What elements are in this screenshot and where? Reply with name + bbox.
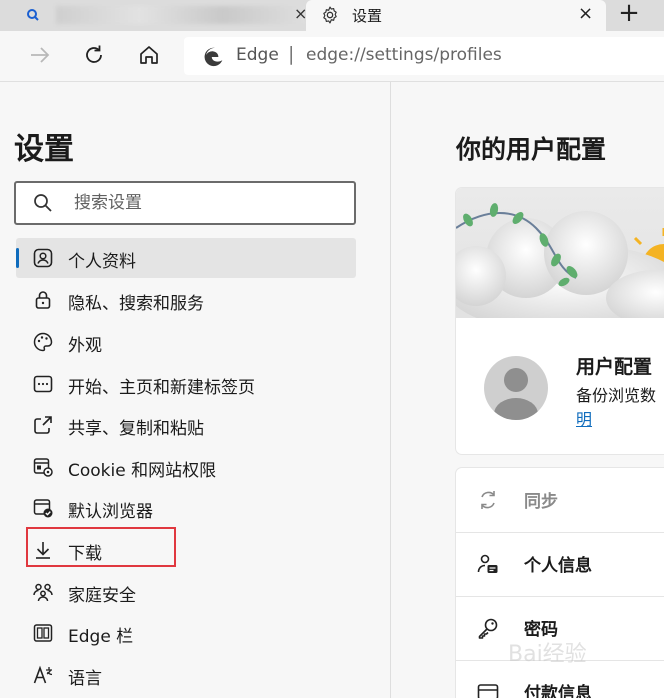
profile-name: 用户配置: [576, 356, 653, 378]
tab-blurred-title: [56, 6, 306, 24]
sidebar-item-label: 共享、复制和粘贴: [68, 419, 204, 439]
sidebar-item-languages[interactable]: 语言: [16, 655, 356, 695]
edge-bar-icon: [33, 624, 53, 642]
toolbar: Edge | edge://settings/profiles: [0, 31, 664, 82]
forward-arrow-icon[interactable]: [28, 43, 52, 67]
sidebar-item-label: Cookie 和网站权限: [68, 461, 217, 481]
new-tab-button[interactable]: +: [612, 0, 646, 28]
sidebar-title: 设置: [14, 132, 74, 167]
key-icon: [478, 618, 498, 639]
main-content: 你的用户配置 用户配置 备份浏览数 明 同步 个人信息 密码 付款信息: [391, 82, 664, 698]
cloud-illustration: [456, 203, 664, 333]
profile-card: 用户配置 备份浏览数 明: [456, 188, 664, 454]
profile-description: 备份浏览数: [576, 386, 657, 405]
close-tab-icon[interactable]: ×: [578, 3, 593, 24]
profile-icon: [33, 248, 53, 268]
home-icon[interactable]: [137, 43, 161, 67]
language-icon: [33, 665, 53, 684]
sidebar-item-label: Edge 栏: [68, 627, 134, 647]
sidebar-item-appearance[interactable]: 外观: [16, 322, 356, 362]
avatar[interactable]: [484, 356, 548, 420]
start-page-icon: [33, 375, 53, 393]
address-url[interactable]: edge://settings/profiles: [306, 45, 502, 65]
highlight-box: [26, 527, 176, 567]
share-icon: [34, 416, 52, 434]
tab-strip: × 设置 × +: [0, 0, 664, 31]
personal-info-icon: [477, 554, 498, 573]
sidebar-item-label: 开始、主页和新建标签页: [68, 378, 255, 398]
list-item-label: 付款信息: [524, 684, 592, 698]
sync-icon: [481, 491, 495, 509]
sidebar-item-family-safety[interactable]: 家庭安全: [16, 572, 356, 612]
sidebar-item-edge-bar[interactable]: Edge 栏: [16, 613, 356, 653]
sidebar-item-cookies-permissions[interactable]: Cookie 和网站权限: [16, 447, 356, 487]
sidebar-item-privacy[interactable]: 隐私、搜索和服务: [16, 280, 356, 320]
list-item-label: 同步: [524, 492, 558, 512]
search-input[interactable]: [72, 190, 336, 216]
sidebar-item-label: 家庭安全: [68, 586, 136, 606]
profile-banner: [456, 188, 664, 333]
list-item-personal-info[interactable]: 个人信息: [456, 532, 664, 597]
person-icon: [494, 368, 538, 420]
settings-sidebar: 设置 个人资料 隐私、搜索和服务 外观: [0, 82, 391, 698]
tab-inactive[interactable]: ×: [16, 0, 307, 31]
default-browser-icon: [33, 499, 53, 518]
edge-logo-icon: [204, 47, 223, 67]
address-brand: Edge: [236, 45, 279, 65]
payment-icon: [477, 684, 499, 698]
address-bar[interactable]: Edge | edge://settings/profiles: [184, 37, 664, 75]
tab-title: 设置: [352, 7, 383, 25]
list-item-sync[interactable]: 同步: [456, 468, 664, 533]
watermark: Bai经验: [508, 642, 587, 667]
search-icon: [27, 9, 39, 21]
refresh-icon[interactable]: [82, 43, 106, 67]
tab-settings[interactable]: 设置 ×: [306, 0, 606, 31]
sidebar-item-profiles[interactable]: 个人资料: [16, 238, 356, 278]
sidebar-item-default-browser[interactable]: 默认浏览器: [16, 488, 356, 528]
list-item-label: 个人信息: [524, 556, 592, 576]
sidebar-item-label: 默认浏览器: [68, 502, 153, 522]
page-title: 你的用户配置: [456, 135, 607, 164]
sidebar-item-label: 外观: [68, 336, 102, 356]
search-box[interactable]: [14, 181, 356, 225]
sidebar-item-label: 隐私、搜索和服务: [68, 294, 204, 314]
address-separator: |: [288, 43, 295, 65]
sidebar-item-label: 个人资料: [68, 252, 136, 272]
site-permissions-icon: [33, 458, 53, 477]
family-icon: [33, 583, 53, 602]
sidebar-item-start-home-newtab[interactable]: 开始、主页和新建标签页: [16, 364, 356, 404]
palette-icon: [33, 332, 53, 352]
profile-link[interactable]: 明: [576, 406, 592, 430]
lock-icon: [35, 291, 51, 309]
gear-icon: [323, 6, 337, 24]
sidebar-item-label: 语言: [68, 669, 102, 689]
search-icon: [34, 194, 52, 212]
sidebar-item-share-copy-paste[interactable]: 共享、复制和粘贴: [16, 405, 356, 445]
